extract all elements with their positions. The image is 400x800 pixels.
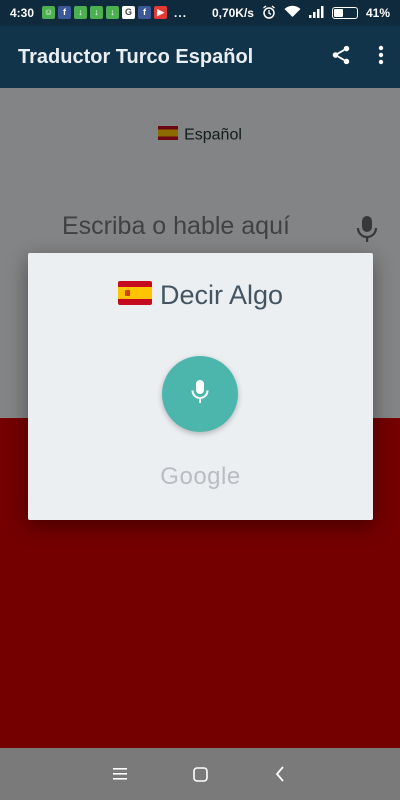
speech-dialog: Decir Algo Google xyxy=(28,253,373,520)
menu-icon[interactable] xyxy=(111,765,129,783)
home-icon[interactable] xyxy=(191,765,209,783)
google-icon: G xyxy=(122,6,136,19)
google-logo: Google xyxy=(160,463,241,490)
app-bar: Traductor Turco Español xyxy=(0,26,400,88)
battery-percent: 41% xyxy=(365,6,390,20)
overflow-menu-icon[interactable] xyxy=(378,45,384,70)
signal-icon xyxy=(308,5,324,21)
notification-icons: ☺ f ↓ ↓ ↓ G f ▶ ... xyxy=(42,6,187,20)
youtube-icon: ▶ xyxy=(154,6,168,19)
status-bar: 4:30 ☺ f ↓ ↓ ↓ G f ▶ ... 0,70K/s 41% xyxy=(0,0,400,26)
facebook-icon: f xyxy=(138,6,152,19)
download-icon: ↓ xyxy=(90,6,104,19)
status-time: 4:30 xyxy=(10,6,35,20)
navigation-bar xyxy=(0,748,400,800)
dialog-title: Decir Algo xyxy=(28,280,373,312)
download-icon: ↓ xyxy=(74,6,88,19)
network-speed: 0,70K/s xyxy=(211,6,254,20)
battery-icon xyxy=(331,7,358,19)
speak-button[interactable] xyxy=(162,356,238,432)
more-notifications: ... xyxy=(174,6,188,20)
android-icon: ☺ xyxy=(42,6,56,19)
share-icon[interactable] xyxy=(330,44,352,71)
facebook-icon: f xyxy=(58,6,72,19)
wifi-icon xyxy=(284,5,301,21)
alarm-icon xyxy=(262,4,276,22)
download-icon: ↓ xyxy=(106,6,120,19)
spain-flag-icon xyxy=(117,281,152,312)
app-title: Traductor Turco Español xyxy=(18,45,254,68)
microphone-icon xyxy=(191,379,209,410)
dialog-title-text: Decir Algo xyxy=(159,280,284,310)
back-icon[interactable] xyxy=(271,765,289,783)
